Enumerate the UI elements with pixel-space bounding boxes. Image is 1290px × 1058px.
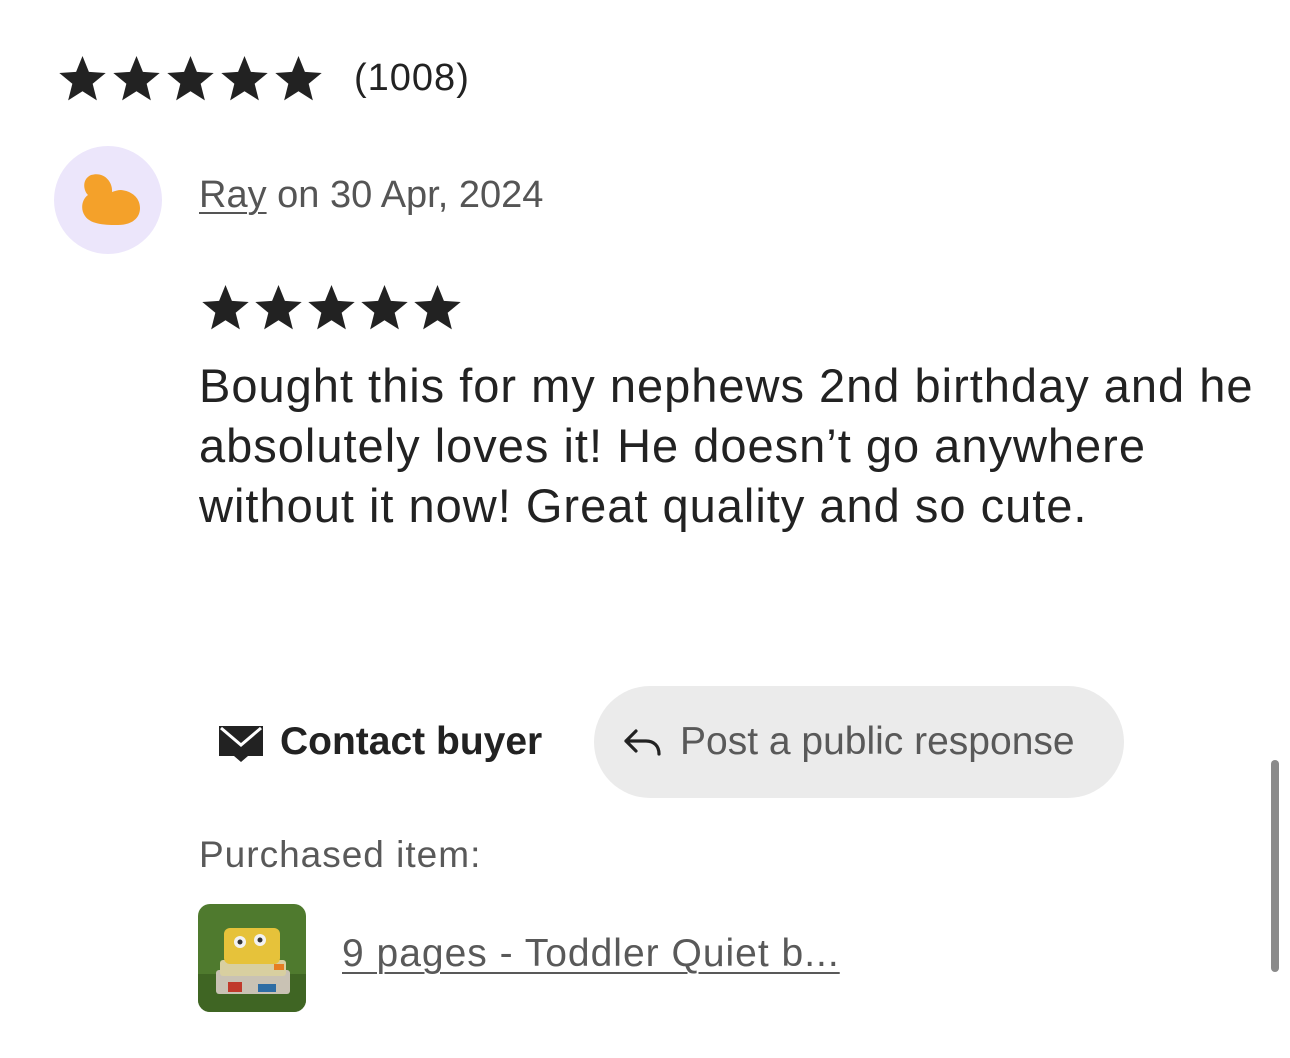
contact-buyer-label: Contact buyer [280,720,543,763]
envelope-icon [219,726,263,762]
summary-stars [56,52,326,105]
post-public-response-button[interactable]: Post a public response [594,686,1124,798]
star-icon [113,55,160,100]
review-count: (1008) [354,56,470,99]
purchased-item-link[interactable]: 9 pages - Toddler Quiet b... [342,932,840,976]
star-icon [202,284,249,330]
contact-buyer-button[interactable]: Contact buyer [198,686,562,798]
review-text: Bought this for my nephews 2nd birthday … [199,359,1254,532]
purchased-item-label: Purchased item: [199,834,482,875]
reviewer-line: Ray on 30 Apr, 2024 [199,174,543,217]
scrollbar[interactable] [1271,760,1279,972]
star-icon [308,284,355,330]
star-icon [59,55,106,100]
reply-arrow-icon [624,729,661,756]
star-icon [414,284,461,330]
rating-summary: (1008) [56,50,470,106]
star-icon [221,55,268,100]
star-icon [167,55,214,100]
star-icon [255,284,302,330]
purchased-item-thumbnail[interactable] [198,904,306,1012]
review-date: on 30 Apr, 2024 [277,174,544,216]
star-icon [275,55,322,100]
reviewer-name-link[interactable]: Ray [199,174,267,216]
star-icon [361,284,408,330]
post-public-response-label: Post a public response [680,720,1075,763]
avatar-blob-icon [82,174,140,225]
item-photo [198,904,306,1012]
review-stars [199,281,464,334]
avatar[interactable] [54,146,162,254]
